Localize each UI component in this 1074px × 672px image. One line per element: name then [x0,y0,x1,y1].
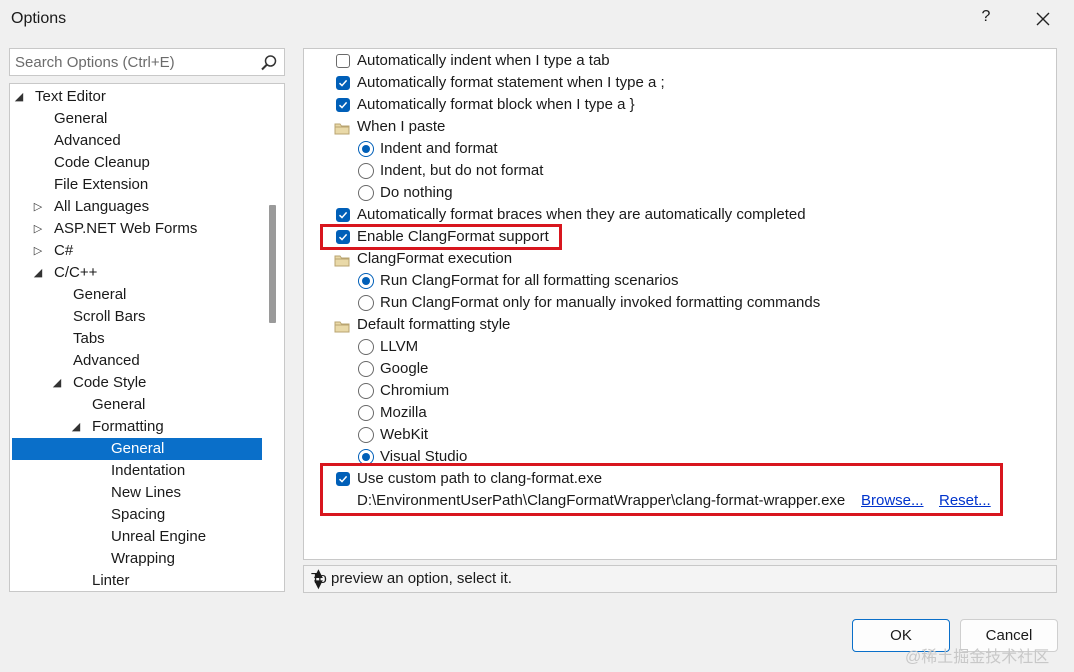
option-label: When I paste [357,118,446,135]
tree-item[interactable]: General [12,438,262,460]
option-label: Google [380,360,429,377]
tree-scrollbar-thumb[interactable] [269,205,276,323]
radio-option[interactable]: Google [357,358,1057,380]
expand-arrow-icon[interactable]: ◢ [52,372,62,394]
radio-selected-icon[interactable] [358,273,374,289]
radio-selected-icon[interactable] [358,141,374,157]
radio-option[interactable]: Run ClangFormat only for manually invoke… [357,292,1057,314]
collapse-arrow-icon[interactable]: ▷ [33,196,43,218]
option-label: Run ClangFormat only for manually invoke… [380,294,821,311]
option-label: Default formatting style [357,316,511,333]
radio-unselected-icon[interactable] [358,427,374,443]
radio-option[interactable]: Run ClangFormat for all formatting scena… [357,270,1057,292]
search-input[interactable] [15,53,255,71]
option-label: Automatically format block when I type a… [357,96,635,113]
tree-item-label: Code Style [73,374,147,391]
radio-unselected-icon[interactable] [358,383,374,399]
tree-item-label: General [92,396,146,413]
option-label: Automatically format braces when they ar… [357,206,806,223]
checkbox-option[interactable]: Automatically format block when I type a… [334,94,1034,116]
option-label: Automatically format statement when I ty… [357,74,665,91]
tree-item-label: C/C++ [54,264,98,281]
tree-item-label: Text Editor [35,88,106,105]
tree-item-label: ASP.NET Web Forms [54,220,198,237]
tree-item-label: C# [54,242,74,259]
tree-item-label: Linter [92,572,130,589]
option-label: LLVM [380,338,419,355]
folder-icon [334,252,350,267]
status-bar: To preview an option, select it. ▲ ▼ [303,565,1057,593]
radio-option[interactable]: Chromium [357,380,1057,402]
tree-item-label: Wrapping [111,550,175,567]
option-label: Automatically indent when I type a tab [357,52,610,69]
radio-unselected-icon[interactable] [358,361,374,377]
radio-option[interactable]: LLVM [357,336,1057,358]
option-group-header: ClangFormat execution [334,248,1034,270]
tree-item-label: All Languages [54,198,150,215]
radio-option[interactable]: Mozilla [357,402,1057,424]
option-label: Mozilla [380,404,427,421]
folder-icon [334,318,350,333]
option-label: Do nothing [380,184,453,201]
options-tree[interactable]: ◢ Text Editor General Advanced Code Cleanup F… [9,83,285,592]
close-icon[interactable] [1034,10,1052,28]
checkbox-unchecked-icon[interactable] [336,54,350,68]
collapse-arrow-icon[interactable]: ▷ [33,240,43,262]
radio-unselected-icon[interactable] [358,295,374,311]
tree-item-label: Spacing [111,506,166,523]
tree-item-label: File Extension [54,176,149,193]
radio-unselected-icon[interactable] [358,185,374,201]
help-button[interactable]: ? [978,8,994,28]
tree-item-label: Scroll Bars [73,308,146,325]
window-title: Options [11,10,67,27]
tree-item-label: Tabs [73,330,105,347]
option-label: Run ClangFormat for all formatting scena… [380,272,679,289]
radio-option[interactable]: Do nothing [357,182,1057,204]
option-label: Indent and format [380,140,498,157]
highlight-box-clangformat [320,224,562,250]
tree-item-label: Unreal Engine [111,528,207,545]
tree-item-label: Advanced [54,132,121,149]
collapse-arrow-icon[interactable]: ▷ [33,218,43,240]
option-group-header: Default formatting style [334,314,1034,336]
option-group-header: When I paste [334,116,1034,138]
radio-option[interactable]: Indent and format [357,138,1057,160]
radio-unselected-icon[interactable] [358,163,374,179]
tree-item-label: New Lines [111,484,182,501]
option-label: WebKit [380,426,429,443]
highlight-box-custom-path [320,463,1003,516]
radio-option[interactable]: Indent, but do not format [357,160,1057,182]
expand-arrow-icon[interactable]: ◢ [71,416,81,438]
radio-option[interactable]: WebKit [357,424,1057,446]
option-label: Chromium [380,382,450,399]
tree-item-label: General [73,286,127,303]
watermark: @稀土掘金技术社区 [905,649,1050,666]
search-box[interactable] [9,48,285,76]
tree-item-label: Code Cleanup [54,154,150,171]
checkbox-option[interactable]: Automatically indent when I type a tab [334,50,1034,72]
scroll-down-icon[interactable]: ▼ [311,577,326,592]
tree-item-label: General [54,110,108,127]
checkbox-checked-icon[interactable] [336,208,350,222]
radio-unselected-icon[interactable] [358,339,374,355]
search-icon[interactable] [260,54,278,72]
checkbox-option[interactable]: Automatically format braces when they ar… [334,204,1034,226]
tree-item-label: General [111,440,165,457]
folder-icon [334,120,350,135]
checkbox-option[interactable]: Automatically format statement when I ty… [334,72,1034,94]
checkbox-checked-icon[interactable] [336,76,350,90]
expand-arrow-icon[interactable]: ◢ [33,262,43,284]
option-label: Indent, but do not format [380,162,544,179]
expand-arrow-icon[interactable]: ◢ [14,86,24,108]
tree-item-label: Advanced [73,352,140,369]
checkbox-checked-icon[interactable] [336,98,350,112]
tree-item-label: Formatting [92,418,164,435]
option-label: ClangFormat execution [357,250,513,267]
tree-item-label: Indentation [111,462,186,479]
radio-unselected-icon[interactable] [358,405,374,421]
status-text: To preview an option, select it. [311,570,512,587]
